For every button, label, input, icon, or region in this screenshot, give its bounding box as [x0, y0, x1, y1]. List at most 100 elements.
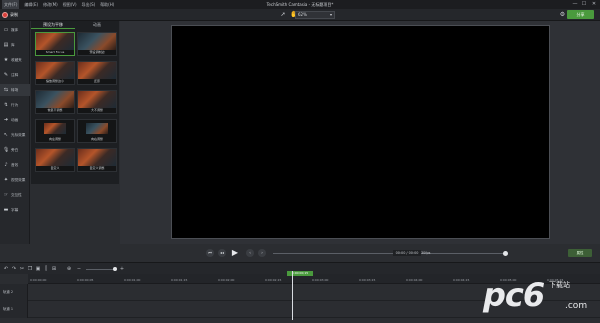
tab-animations[interactable]: 动画 [75, 21, 119, 29]
thumbnail-image [78, 33, 116, 50]
sidebar-item-interactive[interactable]: ☞ 交互性 [0, 189, 30, 201]
ruler-tick-label: 0:00:00;05 [77, 278, 94, 282]
split-icon[interactable]: ⫿ [43, 266, 49, 272]
maximize-button[interactable]: ☐ [580, 0, 588, 9]
zoom-out-icon[interactable]: − [76, 266, 82, 272]
panel-tabs: 预设为平移 动画 [31, 21, 119, 29]
sidebar-item-label: 旁白 [11, 147, 19, 152]
sidebar-item-visual-effects[interactable]: ✦ 视觉效果 [0, 174, 30, 186]
sidebar-item-behavior[interactable]: ↯ 行为 [0, 99, 30, 111]
transition-thumbnail[interactable]: Smart Focus [35, 32, 75, 56]
voice-icon: 🎙 [3, 147, 10, 153]
sidebar-item-label: 音效 [11, 162, 19, 167]
rewind-icon[interactable]: ◂◂ [218, 249, 226, 257]
transition-thumbnail[interactable]: 自定义 [35, 148, 75, 172]
thumbnail-caption: 预设调制边 [89, 50, 105, 54]
scrubber-knob[interactable] [503, 251, 508, 256]
sidebar-item-label: 交互性 [11, 192, 22, 197]
sidebar-item-media[interactable]: ▭ 媒体 [0, 24, 30, 36]
pointer-icon[interactable]: ➚ [279, 11, 287, 19]
zoom-select[interactable]: 62% ▾ [295, 11, 335, 19]
playhead-line[interactable] [292, 271, 293, 320]
behavior-icon: ↯ [3, 102, 9, 108]
media-icon: ▭ [3, 27, 9, 33]
close-button[interactable]: ✕ [590, 0, 598, 9]
track-label: 轨道 1 [0, 301, 28, 318]
fps-label: 30fps [421, 251, 431, 255]
thumbnail-caption: 还原 [93, 79, 100, 83]
watermark-logo: pc6 下载站 .com [483, 274, 593, 318]
transition-thumbnail[interactable]: 预设调制边 [77, 32, 117, 56]
transition-thumbnail[interactable]: 大不调整 [77, 90, 117, 114]
thumbnail-caption: 自定义调整 [89, 166, 105, 170]
watermark-domain: .com [565, 301, 588, 311]
preview-canvas[interactable] [171, 25, 550, 239]
sidebar-item-label: 注释 [11, 72, 19, 77]
zoom-icon[interactable]: ⊕ [66, 266, 72, 272]
animation-icon: ➜ [3, 117, 9, 123]
zoom-in-icon[interactable]: + [119, 266, 125, 272]
undo-icon[interactable]: ↶ [3, 266, 9, 272]
thumbnail-caption: 向右调整 [90, 137, 103, 141]
transition-thumbnail[interactable]: 向右调整 [77, 119, 117, 143]
timeline-zoom-slider[interactable] [86, 267, 117, 271]
transition-thumbnail[interactable]: 恢复不调整 [35, 90, 75, 114]
minimize-button[interactable]: — [571, 0, 579, 9]
panel-empty-area [31, 184, 119, 244]
sidebar-item-label: 光标效果 [11, 132, 26, 137]
sidebar-item-annotation[interactable]: ✎ 注释 [0, 69, 30, 81]
transition-thumbnail[interactable]: 向左调整 [35, 119, 75, 143]
share-button[interactable]: 分享 [567, 10, 594, 19]
thumbnail-image [78, 149, 116, 166]
zoom-slider-knob[interactable] [113, 267, 117, 271]
properties-button[interactable]: 属性 [568, 249, 592, 257]
cut-icon[interactable]: ✂ [19, 266, 25, 272]
sidebar-item-captions[interactable]: ▬ 字幕 [0, 204, 30, 216]
thumbnail-image [36, 62, 74, 79]
redo-icon[interactable]: ↷ [11, 266, 17, 272]
ruler-tick-label: 0:00:00;00 [30, 278, 47, 282]
sidebar-item-transition[interactable]: ⇆ 转场 [0, 84, 30, 96]
tab-presets[interactable]: 预设为平移 [31, 21, 75, 29]
sidebar-item-animation[interactable]: ➜ 动画 [0, 114, 30, 126]
next-frame-icon[interactable]: › [258, 249, 266, 257]
thumbnail-image [36, 149, 74, 166]
record-icon [2, 12, 8, 18]
thumbnail-caption: 恢复不调整 [47, 108, 63, 112]
play-icon[interactable]: ▶ [230, 248, 240, 258]
ruler-tick-label: 0:00:01;15 [171, 278, 188, 282]
transition-thumbnail[interactable]: 还原 [77, 61, 117, 85]
transition-thumbnail[interactable]: 缩放调整边小 [35, 61, 75, 85]
copy-icon[interactable]: ❐ [27, 266, 33, 272]
marker-icon[interactable]: ⊞ [51, 266, 57, 272]
gear-icon[interactable]: ⚙ [559, 11, 566, 19]
sidebar-item-library[interactable]: ▤ 库 [0, 39, 30, 51]
chevron-down-icon: ▾ [329, 12, 332, 17]
captions-icon: ▬ [3, 207, 9, 213]
record-button[interactable]: 录制 [2, 10, 18, 20]
sidebar-item-label: 收藏夹 [11, 57, 22, 62]
scrubber[interactable] [273, 251, 508, 256]
playhead-time[interactable]: 0:00:00;15 [287, 271, 313, 276]
sidebar-item-cursor[interactable]: ↖ 光标效果 [0, 129, 30, 141]
ruler-tick-label: 0:00:03;00 [312, 278, 329, 282]
ruler-tick-label: 0:00:03;15 [359, 278, 376, 282]
sidebar-item-star[interactable]: ★ 收藏夹 [0, 54, 30, 66]
ruler-tick-label: 0:00:02;00 [218, 278, 235, 282]
sidebar-item-label: 行为 [11, 102, 19, 107]
thumbnail-image [78, 91, 116, 108]
sidebar-item-label: 媒体 [11, 27, 19, 32]
sidebar-item-label: 字幕 [11, 207, 19, 212]
thumbnail-caption: 大不调整 [90, 108, 103, 112]
prev-frame-icon[interactable]: ‹ [246, 249, 254, 257]
visual-effects-icon: ✦ [3, 177, 9, 183]
sidebar-item-voice[interactable]: 🎙 旁白 [0, 144, 30, 156]
step-back-icon[interactable]: ⏮ [206, 249, 214, 257]
transition-thumbnail[interactable]: 自定义调整 [77, 148, 117, 172]
paste-icon[interactable]: ▣ [35, 266, 41, 272]
ruler-tick-label: 0:00:01;00 [124, 278, 141, 282]
ruler-tick-label: 0:00:04;00 [406, 278, 423, 282]
record-label: 录制 [10, 12, 18, 17]
interactive-icon: ☞ [3, 192, 9, 198]
sidebar-item-audio[interactable]: ♪ 音效 [0, 159, 30, 171]
